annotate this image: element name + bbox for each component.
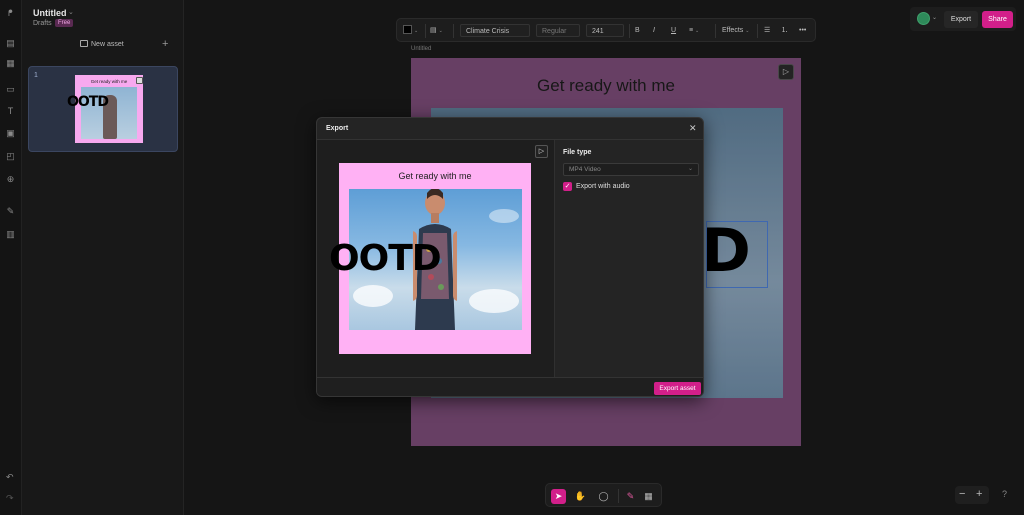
pen-icon[interactable]: ✎ bbox=[623, 489, 638, 504]
export-with-audio-checkbox[interactable]: ✓ bbox=[563, 182, 572, 191]
new-asset-label: New asset bbox=[91, 41, 124, 48]
shapes-icon[interactable]: ◰ bbox=[5, 151, 16, 162]
list-icon[interactable]: ☰ bbox=[764, 24, 770, 37]
font-weight-select[interactable]: Regular bbox=[536, 24, 580, 37]
file-type-label: File type bbox=[563, 149, 592, 156]
export-with-audio-label[interactable]: Export with audio bbox=[576, 183, 630, 190]
italic-icon[interactable]: I bbox=[653, 24, 655, 37]
layout-icon[interactable]: ▤ ⌄ bbox=[430, 24, 443, 37]
font-family-select[interactable]: Climate Crisis bbox=[460, 24, 530, 37]
page-options-icon[interactable] bbox=[136, 77, 143, 84]
dialog-title: Export bbox=[326, 125, 349, 132]
share-button[interactable]: Share bbox=[982, 11, 1013, 28]
preview-ootd-text: OOTD bbox=[329, 238, 442, 279]
avatar[interactable] bbox=[917, 12, 930, 25]
layout-icon[interactable]: ▦ bbox=[641, 489, 656, 504]
thumbnail-title: Get ready with me bbox=[90, 79, 128, 84]
text-toolbar: ⌄ ▤ ⌄ Climate Crisis Regular 241 B I U ≡… bbox=[396, 18, 816, 42]
export-asset-button[interactable]: Export asset bbox=[654, 382, 701, 395]
color-swatch[interactable]: ⌄ bbox=[403, 24, 418, 37]
effects-button[interactable]: Effects ⌄ bbox=[722, 24, 749, 37]
numbered-list-icon[interactable]: ⒈ bbox=[781, 24, 788, 37]
help-button[interactable]: ? bbox=[1002, 489, 1007, 499]
pages-sidebar: Untitled ⌄ Drafts Free New asset + 1 Get… bbox=[22, 0, 184, 515]
align-icon[interactable]: ≡ ⌄ bbox=[689, 24, 699, 37]
file-type-select[interactable]: MP4 Video ⌄ bbox=[563, 163, 699, 176]
asset-icon bbox=[80, 40, 88, 47]
page-thumbnail: Get ready with me OOTD bbox=[67, 75, 143, 143]
plus-icon[interactable]: + bbox=[162, 38, 168, 50]
chevron-down-icon[interactable]: ⌄ bbox=[68, 8, 74, 16]
play-icon[interactable]: ▷ bbox=[535, 145, 548, 158]
table-icon[interactable]: ▥ bbox=[5, 229, 16, 240]
underline-icon[interactable]: U bbox=[671, 24, 676, 37]
zoom-controls: − + bbox=[955, 486, 989, 504]
dialog-footer: Export asset bbox=[317, 377, 703, 396]
preview-artboard: Get ready with me OOTD bbox=[329, 163, 531, 354]
chevron-down-icon[interactable]: ⌄ bbox=[932, 14, 937, 21]
zoom-in-button[interactable]: + bbox=[976, 488, 982, 500]
logo-icon[interactable]: ᖰ bbox=[5, 8, 16, 19]
more-button[interactable]: ••• bbox=[799, 24, 806, 37]
undo-icon[interactable]: ↶ bbox=[6, 472, 14, 483]
hand-icon[interactable]: ✋ bbox=[573, 489, 588, 504]
document-title[interactable]: Untitled bbox=[33, 8, 67, 18]
edit-icon[interactable]: ✎ bbox=[5, 206, 16, 217]
preview-title: Get ready with me bbox=[398, 171, 472, 181]
artboard-label: Untitled bbox=[411, 46, 432, 52]
export-preview-pane: ▷ Get ready with me OOTD bbox=[317, 140, 554, 377]
page-number: 1 bbox=[34, 72, 38, 79]
close-icon[interactable]: ✕ bbox=[689, 123, 697, 134]
bottom-toolbar: ➤ ✋ ◯ ✎ ▦ bbox=[545, 483, 662, 507]
add-circle-icon[interactable]: ⊕ bbox=[5, 174, 16, 185]
template-icon[interactable]: ▭ bbox=[5, 84, 16, 95]
zoom-out-button[interactable]: − bbox=[959, 488, 965, 500]
layers-icon[interactable]: ▤ bbox=[5, 38, 16, 49]
redo-icon[interactable]: ↷ bbox=[6, 493, 14, 504]
file-type-value: MP4 Video bbox=[569, 166, 601, 173]
new-asset-button[interactable]: New asset bbox=[80, 40, 124, 48]
export-dialog: Export ✕ ▷ Get ready with me OOTD File t… bbox=[316, 117, 704, 397]
image-icon[interactable]: ▣ bbox=[5, 128, 16, 139]
comment-icon[interactable]: ◯ bbox=[596, 489, 611, 504]
pointer-icon[interactable]: ➤ bbox=[551, 489, 566, 504]
grid-icon[interactable]: ▦ bbox=[5, 58, 16, 69]
text-icon[interactable]: T bbox=[5, 106, 16, 117]
left-rail: ᖰ ▤ ▦ ▭ T ▣ ◰ ⊕ ✎ ▥ ↶ ↷ bbox=[0, 0, 22, 515]
chevron-down-icon: ⌄ bbox=[687, 166, 693, 172]
export-button[interactable]: Export bbox=[944, 11, 978, 28]
app-window: ᖰ ▤ ▦ ▭ T ▣ ◰ ⊕ ✎ ▥ ↶ ↷ Untitled ⌄ Draft… bbox=[0, 0, 1024, 515]
thumbnail-ootd-text: OOTD bbox=[67, 94, 109, 110]
bold-icon[interactable]: B bbox=[635, 24, 640, 37]
drafts-label[interactable]: Drafts bbox=[33, 20, 52, 27]
page-card[interactable]: 1 Get ready with me OOTD bbox=[28, 66, 178, 152]
plan-badge: Free bbox=[55, 19, 74, 27]
font-size-input[interactable]: 241 bbox=[586, 24, 624, 37]
export-settings-pane: File type MP4 Video ⌄ ✓ Export with audi… bbox=[554, 140, 703, 377]
